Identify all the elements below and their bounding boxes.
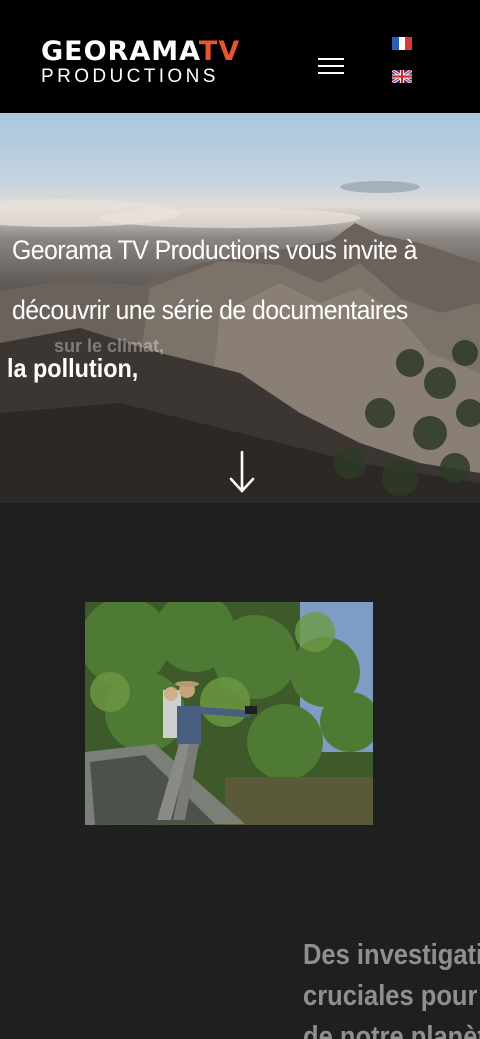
logo-subtitle: PRODUCTIONS: [41, 66, 219, 87]
logo-title-main: GEORAMA: [41, 36, 199, 67]
logo-title: GEORAMATV: [41, 36, 239, 67]
hamburger-menu-icon[interactable]: [318, 56, 344, 76]
section-heading-line: cruciales pour: [303, 980, 478, 1012]
georama-tv-logo[interactable]: GEORAMATV PRODUCTIONS: [41, 36, 239, 88]
flag-uk-icon[interactable]: [392, 70, 412, 83]
hero-intro-line-2: découvrir une série de documentaires: [12, 295, 408, 325]
logo-title-accent: TV: [198, 36, 241, 67]
arrow-down-icon[interactable]: [228, 450, 256, 494]
flag-france-icon[interactable]: [392, 37, 413, 50]
documentaries-section: Des investigati cruciales pour de notre …: [0, 503, 480, 1039]
menu-bar: [318, 72, 344, 74]
section-heading-line: de notre planèt: [303, 1021, 480, 1039]
site-header: GEORAMATV PRODUCTIONS: [0, 0, 480, 113]
hero-rotating-keyword: la pollution,: [7, 353, 139, 383]
river-expedition-photo: [85, 602, 373, 825]
hero-banner: Georama TV Productions vous invite à déc…: [0, 113, 480, 503]
menu-bar: [318, 58, 344, 60]
section-heading: Des investigati cruciales pour de notre …: [303, 935, 480, 1039]
section-heading-line: Des investigati: [303, 939, 480, 971]
hero-intro-line-1: Georama TV Productions vous invite à: [12, 235, 417, 265]
menu-bar: [318, 65, 344, 67]
